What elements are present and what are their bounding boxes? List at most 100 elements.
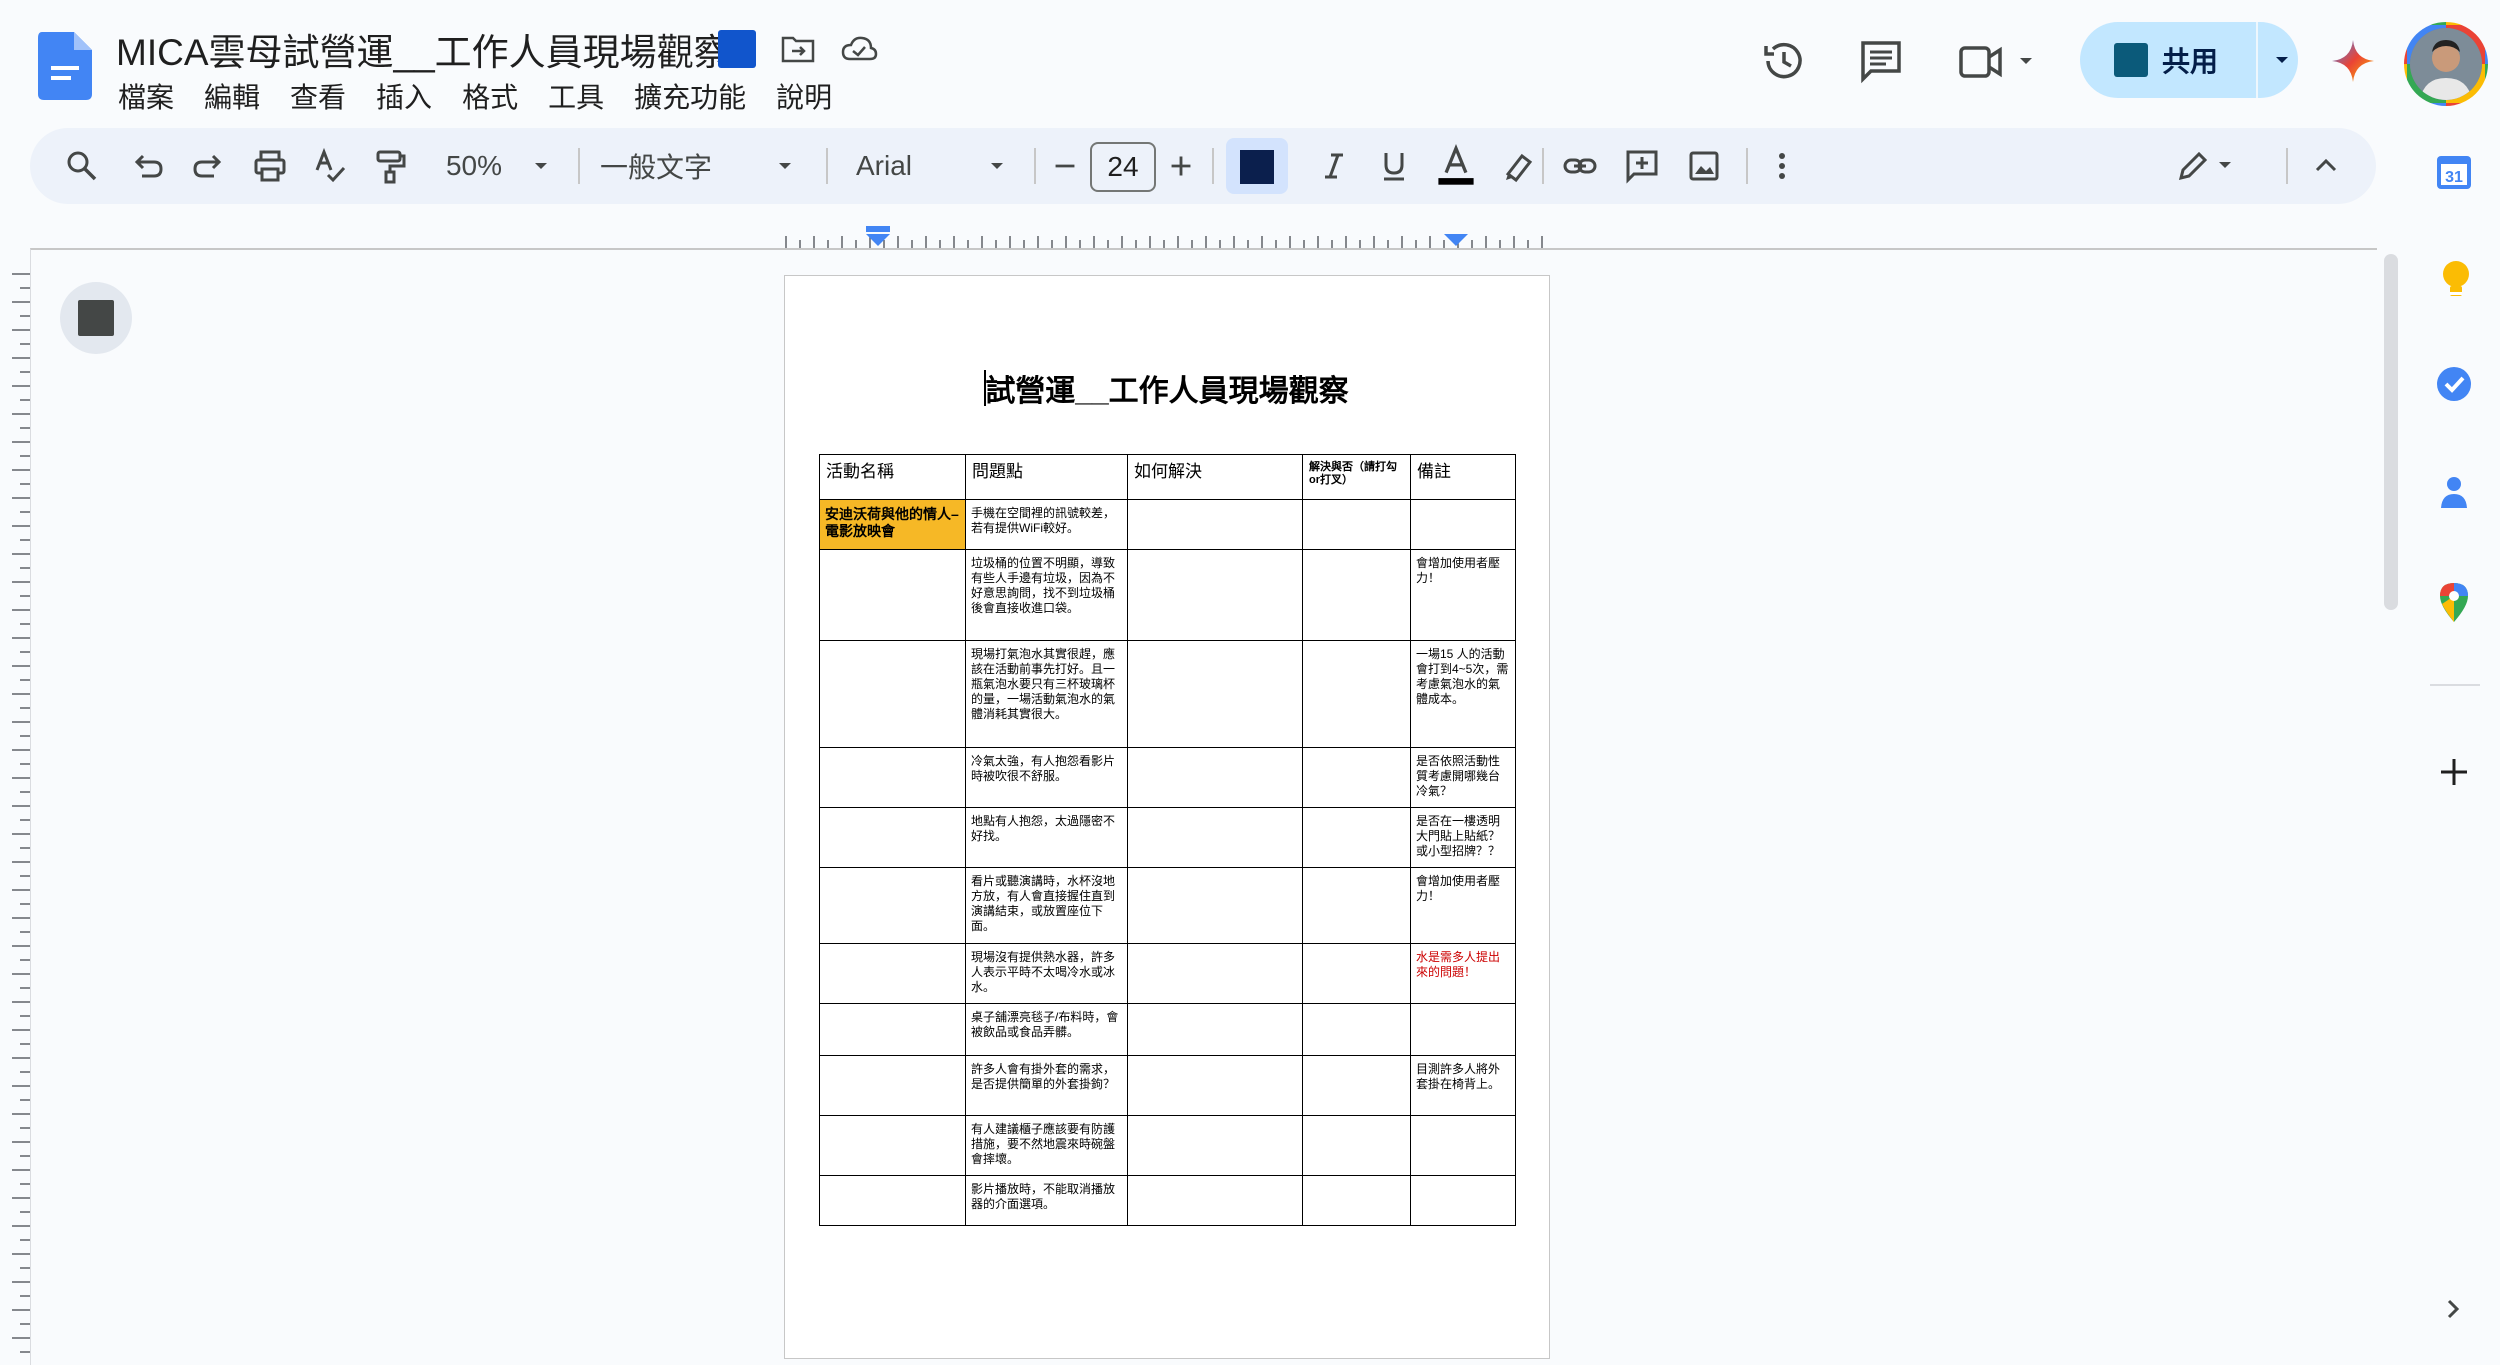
- resolved-cell[interactable]: [1302, 499, 1411, 550]
- comment-icon[interactable]: [1858, 38, 1904, 84]
- activity-name-cell[interactable]: [819, 943, 966, 1004]
- note-cell[interactable]: [1410, 1175, 1516, 1226]
- solution-cell[interactable]: [1127, 747, 1303, 808]
- activity-name-cell[interactable]: 安迪沃荷與他的情人–電影放映會: [819, 499, 966, 550]
- text-color-icon[interactable]: [1432, 140, 1480, 192]
- solution-cell[interactable]: [1127, 549, 1303, 641]
- highlighter-icon[interactable]: [1496, 140, 1540, 192]
- page-heading[interactable]: 試營運__工作人員現場觀察: [785, 366, 1549, 410]
- issue-cell[interactable]: 影片播放時，不能取消播放器的介面選項。: [965, 1175, 1128, 1226]
- menu-format[interactable]: 格式: [462, 76, 518, 116]
- table-header-cell[interactable]: 如何解決: [1127, 454, 1303, 500]
- vertical-ruler[interactable]: [8, 270, 30, 1363]
- solution-cell[interactable]: [1127, 1115, 1303, 1176]
- add-comment-icon[interactable]: [1620, 140, 1664, 192]
- move-folder-icon[interactable]: [780, 33, 816, 65]
- table-header-cell[interactable]: 活動名稱: [819, 454, 966, 500]
- resolved-cell[interactable]: [1302, 943, 1411, 1004]
- horizontal-ruler[interactable]: [784, 226, 1550, 248]
- issue-cell[interactable]: 手機在空間裡的訊號較差，若有提供WiFi較好。: [965, 499, 1128, 550]
- note-cell[interactable]: 水是需多人提出來的問題！: [1410, 943, 1516, 1004]
- solution-cell[interactable]: [1127, 867, 1303, 944]
- font-select[interactable]: Arial: [856, 140, 956, 192]
- chevron-down-icon[interactable]: [2272, 50, 2292, 70]
- table-header-cell[interactable]: 備註: [1410, 454, 1516, 500]
- note-cell[interactable]: [1410, 499, 1516, 550]
- menu-help[interactable]: 說明: [776, 76, 832, 116]
- activity-name-cell[interactable]: [819, 867, 966, 944]
- resolved-cell[interactable]: [1302, 549, 1411, 641]
- zoom-select[interactable]: 50%: [426, 140, 522, 192]
- activity-name-cell[interactable]: [819, 747, 966, 808]
- menu-view[interactable]: 查看: [290, 76, 346, 116]
- star-color-square[interactable]: [718, 30, 756, 68]
- paragraph-style-select[interactable]: 一般文字: [600, 140, 720, 192]
- activity-name-cell[interactable]: [819, 549, 966, 641]
- resolved-cell[interactable]: [1302, 1055, 1411, 1116]
- docs-logo-icon[interactable]: [38, 32, 92, 100]
- menu-insert[interactable]: 插入: [376, 76, 432, 116]
- issue-cell[interactable]: 冷氣太強，有人抱怨看影片時被吹很不舒服。: [965, 747, 1128, 808]
- share-button[interactable]: 共用: [2080, 22, 2298, 98]
- menu-file[interactable]: 檔案: [118, 76, 174, 116]
- solution-cell[interactable]: [1127, 1003, 1303, 1056]
- chevron-down-icon[interactable]: [770, 140, 800, 192]
- expand-panel-icon[interactable]: [2438, 1294, 2468, 1324]
- menu-tools[interactable]: 工具: [548, 76, 604, 116]
- table-header-cell[interactable]: 問題點: [965, 454, 1128, 500]
- note-cell[interactable]: 是否在一樓透明大門貼上貼紙？或小型招牌？？: [1410, 807, 1516, 868]
- add-icon[interactable]: [2436, 754, 2472, 790]
- redo-icon[interactable]: [186, 140, 230, 192]
- underline-icon[interactable]: [1372, 140, 1416, 192]
- paint-format-icon[interactable]: [368, 140, 412, 192]
- resolved-cell[interactable]: [1302, 640, 1411, 748]
- meet-icon[interactable]: [1958, 40, 2038, 84]
- document-page[interactable]: 試營運__工作人員現場觀察 活動名稱 問題點 如何解決 解決與否（請打勾or打叉…: [784, 275, 1550, 1359]
- account-avatar[interactable]: [2404, 22, 2488, 106]
- highlight-color-button[interactable]: [1226, 138, 1288, 194]
- chevron-down-icon[interactable]: [526, 140, 556, 192]
- more-icon[interactable]: [1760, 140, 1804, 192]
- resolved-cell[interactable]: [1302, 1003, 1411, 1056]
- history-icon[interactable]: [1760, 38, 1806, 84]
- calendar-icon[interactable]: 31: [2434, 152, 2474, 192]
- solution-cell[interactable]: [1127, 1055, 1303, 1116]
- resolved-cell[interactable]: [1302, 867, 1411, 944]
- document-title[interactable]: MICA雲母試營運__工作人員現場觀察: [116, 22, 731, 76]
- document-outline-button[interactable]: [60, 282, 132, 354]
- collapse-icon[interactable]: [2304, 140, 2348, 192]
- note-cell[interactable]: 會增加使用者壓力！: [1410, 549, 1516, 641]
- activity-name-cell[interactable]: [819, 640, 966, 748]
- link-icon[interactable]: [1556, 140, 1604, 192]
- activity-name-cell[interactable]: [819, 1175, 966, 1226]
- issue-cell[interactable]: 垃圾桶的位置不明顯，導致有些人手邊有垃圾，因為不好意思詢問，找不到垃圾桶後會直接…: [965, 549, 1128, 641]
- print-icon[interactable]: [248, 140, 292, 192]
- solution-cell[interactable]: [1127, 499, 1303, 550]
- font-size-input[interactable]: 24: [1090, 142, 1156, 192]
- edit-mode-icon[interactable]: [2170, 140, 2240, 192]
- keep-icon[interactable]: [2436, 258, 2476, 302]
- issue-cell[interactable]: 有人建議櫃子應該要有防護措施，要不然地震來時碗盤會摔壞。: [965, 1115, 1128, 1176]
- cloud-saved-icon[interactable]: [840, 33, 878, 65]
- undo-icon[interactable]: [126, 140, 170, 192]
- issue-cell[interactable]: 許多人會有掛外套的需求，是否提供簡單的外套掛鉤？: [965, 1055, 1128, 1116]
- maps-icon[interactable]: [2434, 580, 2474, 624]
- decrease-font-size-icon[interactable]: [1048, 140, 1082, 192]
- search-icon[interactable]: [60, 140, 104, 192]
- image-icon[interactable]: [1682, 140, 1726, 192]
- note-cell[interactable]: [1410, 1003, 1516, 1056]
- increase-font-size-icon[interactable]: [1164, 140, 1198, 192]
- activity-name-cell[interactable]: [819, 1055, 966, 1116]
- activity-name-cell[interactable]: [819, 807, 966, 868]
- note-cell[interactable]: 是否依照活動性質考慮開哪幾台冷氣？: [1410, 747, 1516, 808]
- table-header-cell[interactable]: 解決與否（請打勾or打叉）: [1302, 454, 1411, 500]
- issue-cell[interactable]: 桌子舖漂亮毯子/布料時，會被飲品或食品弄髒。: [965, 1003, 1128, 1056]
- vertical-scrollbar[interactable]: [2384, 254, 2398, 610]
- note-cell[interactable]: 目測許多人將外套掛在椅背上。: [1410, 1055, 1516, 1116]
- chevron-down-icon[interactable]: [982, 140, 1012, 192]
- note-cell[interactable]: 會增加使用者壓力！: [1410, 867, 1516, 944]
- contacts-icon[interactable]: [2434, 472, 2474, 512]
- observation-table[interactable]: 活動名稱 問題點 如何解決 解決與否（請打勾or打叉） 備註 安迪沃荷與他的情人…: [819, 454, 1516, 1226]
- issue-cell[interactable]: 現場打氣泡水其實很趕，應該在活動前事先打好。且一瓶氣泡水要只有三杯玻璃杯的量，一…: [965, 640, 1128, 748]
- solution-cell[interactable]: [1127, 943, 1303, 1004]
